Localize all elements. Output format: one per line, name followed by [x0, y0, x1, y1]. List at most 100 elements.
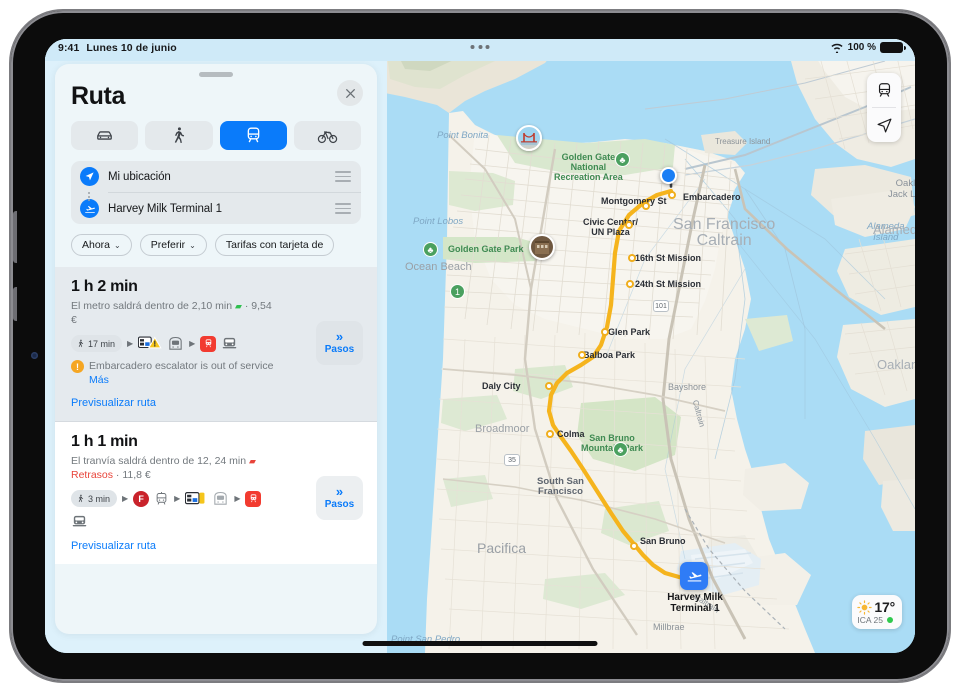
leg-line-badge: F — [133, 490, 150, 507]
preview-route-link[interactable]: Previsualizar ruta — [71, 397, 363, 409]
multitasking-dots-icon[interactable] — [470, 45, 490, 49]
leg-walk-duration: 3 min — [88, 493, 111, 504]
leg-separator-arrow-icon: ▶ — [127, 339, 134, 348]
route-duration: 1 h 1 min — [71, 433, 138, 450]
home-indicator[interactable] — [362, 641, 598, 646]
train-icon — [247, 127, 259, 143]
transit-card-warning-icon — [138, 336, 162, 349]
destination-pin[interactable] — [680, 562, 708, 590]
station-dot[interactable] — [546, 430, 554, 438]
plane-glyph — [84, 205, 95, 213]
station-dot[interactable] — [668, 191, 676, 199]
arrow-glyph — [85, 172, 94, 181]
chip-fares[interactable]: Tarifas con tarjeta de — [214, 234, 335, 256]
chip-preferences[interactable]: Preferir ⌄ — [139, 234, 207, 256]
status-bar-left: 9:41 Lunes 10 de junio — [58, 42, 177, 54]
route-subtitle: El tranvía saldrá dentro de 12, 24 min ▰… — [71, 454, 276, 482]
train-icon — [250, 494, 257, 503]
golden-gate-bridge-pin[interactable] — [516, 125, 542, 151]
route-subtitle-pre: El tranvía saldrá dentro de 12, 24 min — [71, 455, 250, 467]
navigation-arrow-icon — [877, 118, 891, 132]
station-dot[interactable] — [628, 254, 636, 262]
destination-field[interactable]: Harvey Milk Terminal 1 — [71, 193, 361, 224]
alert-more-link[interactable]: Más — [89, 374, 109, 386]
panel-header: Ruta — [55, 64, 377, 111]
leg-train-red-badge — [200, 335, 217, 352]
station-dot[interactable] — [626, 280, 634, 288]
wifi-icon — [831, 43, 843, 53]
weather-widget[interactable]: 17° ICA 25 — [852, 595, 902, 629]
route-duration: 1 h 2 min — [71, 278, 138, 295]
close-button[interactable] — [337, 80, 363, 106]
location-arrow-icon — [80, 167, 99, 186]
station-dot[interactable] — [578, 351, 586, 359]
preview-route-link[interactable]: Previsualizar ruta — [71, 540, 363, 552]
page-title: Ruta — [71, 82, 125, 110]
chevrons-right-icon: » — [335, 329, 344, 344]
park-marker-icon[interactable]: 1 — [450, 284, 465, 299]
origin-field[interactable]: Mi ubicación — [71, 161, 361, 201]
road-shield-101: 101 — [653, 300, 669, 312]
bike-icon — [317, 131, 338, 144]
chip-label: Ahora — [82, 239, 111, 251]
transit-layer-button[interactable] — [867, 73, 901, 107]
chip-departure-time[interactable]: Ahora ⌄ — [71, 234, 132, 256]
park-marker-icon[interactable]: ♣ — [613, 442, 628, 457]
mode-driving-button[interactable] — [71, 121, 139, 150]
alert-message: Embarcadero escalator is out of service — [89, 360, 274, 372]
station-dot[interactable] — [630, 542, 638, 550]
station-dot[interactable] — [545, 382, 553, 390]
leg-separator-arrow-icon: ▶ — [234, 494, 241, 503]
directions-panel: Ruta Mi ubicación Harvey Milk Terminal 1… — [55, 64, 377, 634]
reorder-handle[interactable] — [335, 203, 351, 214]
park-marker-icon[interactable]: ♣ — [615, 152, 630, 167]
aqi-status-dot — [886, 617, 893, 623]
mode-transit-button[interactable] — [219, 121, 287, 150]
close-icon — [345, 88, 355, 98]
chip-label: Tarifas con tarjeta de — [225, 239, 324, 251]
weather-temperature-row: 17° — [857, 599, 895, 615]
station-dot[interactable] — [642, 202, 650, 210]
walk-icon — [78, 339, 84, 348]
leg-subway — [212, 490, 229, 507]
reorder-handle[interactable] — [335, 171, 351, 182]
route-delay-label: Retrasos — [71, 469, 114, 481]
route-alert: ! Embarcadero escalator is out of servic… — [71, 359, 283, 387]
volume-button[interactable] — [13, 287, 17, 321]
battery-icon — [880, 42, 906, 53]
station-dot[interactable] — [625, 221, 633, 229]
origin-value: Mi ubicación — [108, 170, 171, 183]
steps-button[interactable]: » Pasos — [316, 476, 363, 520]
status-bar: 9:41 Lunes 10 de junio 100 % — [45, 39, 915, 61]
chevrons-right-icon: » — [335, 484, 344, 499]
route-option-2[interactable]: 1 h 1 min El tranvía saldrá dentro de 12… — [55, 422, 377, 564]
mode-cycling-button[interactable] — [293, 121, 361, 150]
car-icon — [97, 131, 112, 140]
route-subtitle: El metro saldrá dentro de 2,10 min ▰ · 9… — [71, 299, 276, 327]
steps-button-label: Pasos — [324, 499, 355, 510]
live-icon: ▰ — [249, 456, 256, 466]
locate-me-button[interactable] — [867, 108, 901, 142]
leg-train-red-badge — [245, 490, 262, 507]
alert-icon: ! — [71, 360, 84, 373]
power-button[interactable] — [13, 211, 17, 263]
route-dots — [88, 192, 90, 201]
current-location-dot — [660, 167, 677, 184]
leg-subway — [167, 335, 184, 352]
mode-walking-button[interactable] — [145, 121, 213, 150]
route-legs: 3 min ▶ F ▶ ▶ — [71, 490, 281, 530]
leg-tram — [154, 490, 169, 507]
route-option-1[interactable]: 1 h 2 min El metro saldrá dentro de 2,10… — [55, 267, 377, 421]
status-time: 9:41 — [58, 42, 80, 54]
leg-separator-arrow-icon: ▶ — [189, 339, 196, 348]
leg-walk: 17 min — [71, 335, 123, 352]
weather-temperature: 17° — [874, 599, 895, 615]
route-legs: 17 min ▶ ▶ — [71, 335, 281, 352]
bus-icon — [223, 337, 237, 349]
battery-percent: 100 % — [847, 42, 876, 53]
station-dot[interactable] — [601, 328, 609, 336]
steps-button[interactable]: » Pasos — [316, 321, 363, 365]
museum-pin[interactable] — [529, 234, 555, 260]
subway-icon — [214, 491, 228, 505]
park-marker-icon[interactable]: ♣ — [423, 242, 438, 257]
